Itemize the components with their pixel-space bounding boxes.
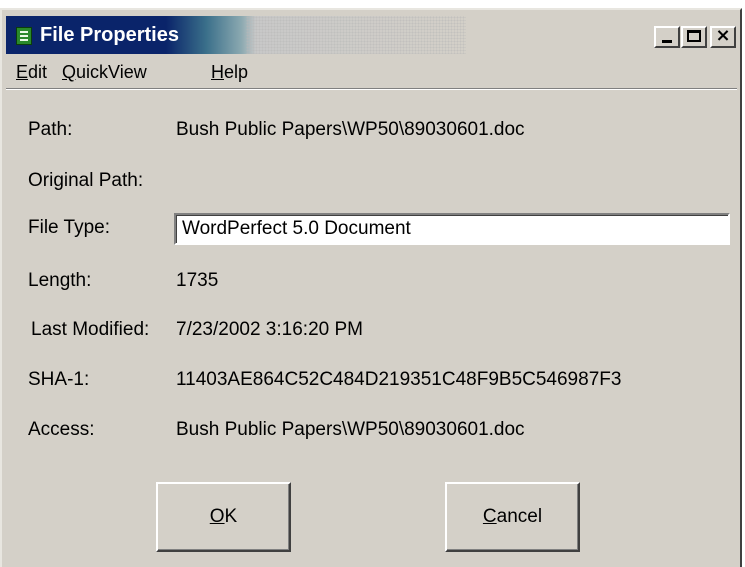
maximize-icon (687, 30, 701, 42)
document-green-icon[interactable] (16, 27, 32, 45)
menu-bar: Edit QuickView Help (6, 58, 737, 89)
menu-quickview-mnemonic: Q (62, 62, 77, 82)
sha1-value: 11403AE864C52C484D219351C48F9B5C546987F3 (176, 369, 622, 390)
sha1-label: SHA-1: (28, 369, 90, 390)
close-button[interactable]: × (710, 25, 736, 48)
window-title: File Properties (40, 24, 179, 46)
original-path-label: Original Path: (28, 170, 144, 191)
menu-help-label: elp (224, 62, 249, 82)
cancel-button[interactable]: Cancel (445, 482, 580, 552)
menu-quickview-label: uickView (76, 62, 147, 82)
close-icon: × (715, 25, 731, 46)
menu-help-mnemonic: H (211, 62, 224, 82)
minimize-button[interactable] (654, 26, 680, 48)
title-bar[interactable]: File Properties × (6, 16, 737, 54)
path-label: Path: (28, 119, 73, 140)
file-type-label: File Type: (28, 217, 111, 238)
path-value: Bush Public Papers\WP50\89030601.doc (176, 119, 525, 140)
ok-mnemonic: O (209, 506, 225, 527)
cancel-mnemonic: C (482, 506, 497, 527)
title-bar-texture (246, 16, 466, 54)
last-modified-value: 7/23/2002 3:16:20 PM (176, 319, 363, 340)
last-modified-label: Last Modified: (31, 319, 150, 340)
access-label: Access: (28, 419, 95, 440)
cancel-label: ancel (496, 506, 543, 527)
menu-edit-mnemonic: E (16, 62, 29, 82)
minimize-icon (662, 40, 672, 43)
menu-help[interactable]: Help (211, 62, 248, 83)
ok-button[interactable]: OK (156, 482, 291, 552)
length-value: 1735 (176, 270, 219, 291)
menu-quickview[interactable]: QuickView (62, 62, 147, 83)
length-label: Length: (28, 270, 92, 291)
maximize-button[interactable] (681, 26, 707, 48)
menu-edit[interactable]: Edit (16, 62, 47, 83)
menu-edit-label: dit (28, 62, 48, 82)
ok-label: K (224, 506, 238, 527)
file-type-field[interactable]: WordPerfect 5.0 Document (174, 213, 730, 245)
access-value: Bush Public Papers\WP50\89030601.doc (176, 419, 525, 440)
file-properties-window: File Properties × Edit QuickView Help Pa… (0, 8, 742, 567)
